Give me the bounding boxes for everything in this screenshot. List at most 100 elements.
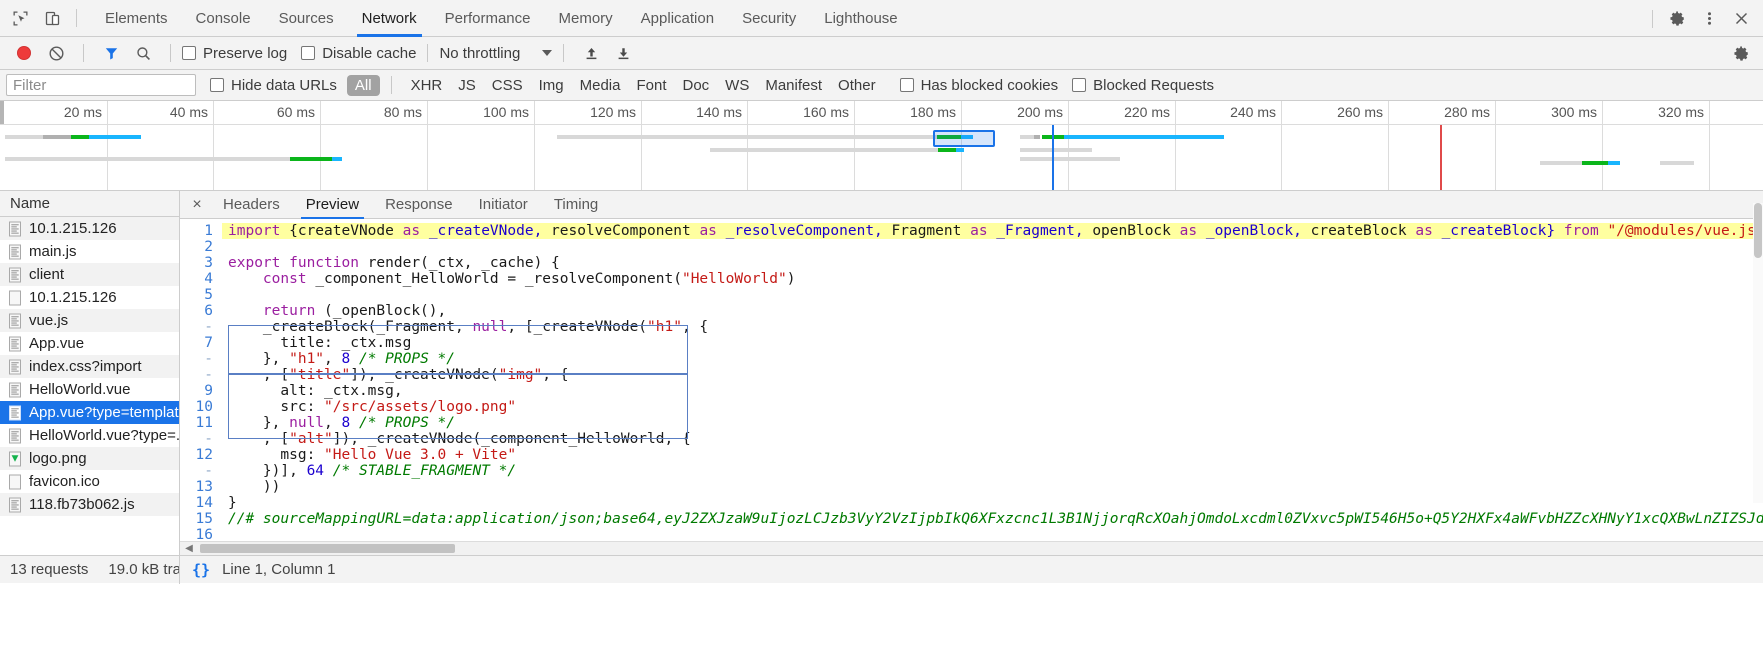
- request-name-label: 10.1.215.126: [29, 220, 117, 237]
- search-button[interactable]: [127, 38, 159, 68]
- code-line: 3 export function render(_ctx, _cache) {: [180, 255, 1763, 271]
- load-event-line: [1440, 125, 1442, 190]
- code-line-number: 4: [204, 271, 213, 287]
- type-chip-xhr[interactable]: XHR: [403, 75, 451, 96]
- request-row[interactable]: 10.1.215.126: [0, 217, 179, 240]
- tab-elements[interactable]: Elements: [91, 0, 182, 37]
- export-har-button[interactable]: [607, 38, 639, 68]
- request-list-panel: Name 10.1.215.126 main.js client 10.1.215.1…: [0, 191, 180, 555]
- type-chip-js[interactable]: JS: [450, 75, 484, 96]
- request-row[interactable]: HelloWorld.vue: [0, 378, 179, 401]
- code-line: - }, "h1", 8 /* PROPS */: [180, 351, 1763, 367]
- scroll-left-arrow-icon[interactable]: ◀: [182, 543, 196, 554]
- timeline-tick-label: 240 ms: [1230, 104, 1276, 120]
- tab-memory[interactable]: Memory: [545, 0, 627, 37]
- close-devtools-icon[interactable]: [1725, 4, 1757, 34]
- type-chip-css[interactable]: CSS: [484, 75, 531, 96]
- settings-gear-icon[interactable]: [1661, 4, 1693, 34]
- request-row[interactable]: 118.fb73b062.js: [0, 493, 179, 516]
- more-options-icon[interactable]: [1693, 4, 1725, 34]
- script-icon: [9, 359, 21, 374]
- type-chip-other[interactable]: Other: [830, 75, 884, 96]
- request-row[interactable]: App.vue: [0, 332, 179, 355]
- preserve-log-checkbox[interactable]: Preserve log: [182, 45, 287, 62]
- selected-request-box[interactable]: [933, 130, 995, 147]
- close-detail-icon[interactable]: ×: [184, 192, 210, 218]
- import-har-button[interactable]: [575, 38, 607, 68]
- request-name-label: 118.fb73b062.js: [29, 496, 135, 513]
- blank-doc-icon: [9, 290, 21, 305]
- type-chip-all[interactable]: All: [346, 74, 380, 96]
- code-line: 4 const _component_HelloWorld = _resolve…: [180, 271, 1763, 287]
- filter-input[interactable]: [6, 74, 196, 96]
- clear-network-log-button[interactable]: [40, 38, 72, 68]
- type-chip-manifest[interactable]: Manifest: [757, 75, 830, 96]
- type-chip-ws[interactable]: WS: [717, 75, 757, 96]
- preview-code-viewer[interactable]: 1 import {createVNode as _createVNode, re…: [180, 219, 1763, 541]
- request-row[interactable]: favicon.ico: [0, 470, 179, 493]
- network-main-split: Name 10.1.215.126 main.js client 10.1.215.1…: [0, 191, 1763, 555]
- detail-vertical-scrollbar[interactable]: [1753, 203, 1763, 503]
- tab-security[interactable]: Security: [728, 0, 810, 37]
- tab-lighthouse[interactable]: Lighthouse: [810, 0, 911, 37]
- network-status-bar: 13 requests 19.0 kB trans {} Line 1, Col…: [0, 555, 1763, 584]
- detail-scrollbar-thumb[interactable]: [1754, 203, 1762, 258]
- detail-tab-timing[interactable]: Timing: [541, 191, 611, 219]
- request-row[interactable]: HelloWorld.vue?type=...: [0, 424, 179, 447]
- code-line: 7 title: _ctx.msg: [180, 335, 1763, 351]
- throttling-select[interactable]: No throttling: [439, 45, 553, 62]
- hide-data-urls-checkbox[interactable]: Hide data URLs: [210, 77, 337, 94]
- pretty-print-icon[interactable]: {}: [192, 561, 210, 579]
- request-row[interactable]: index.css?import: [0, 355, 179, 378]
- request-row[interactable]: vue.js: [0, 309, 179, 332]
- code-token: "/@modules/vue.js": [1607, 223, 1763, 239]
- type-chip-img[interactable]: Img: [531, 75, 572, 96]
- request-row[interactable]: logo.png: [0, 447, 179, 470]
- code-token: _createVNode,: [428, 223, 552, 239]
- code-hscroll-thumb[interactable]: [200, 544, 455, 553]
- tab-network[interactable]: Network: [348, 0, 431, 37]
- code-line: 13 )): [180, 479, 1763, 495]
- request-row[interactable]: client: [0, 263, 179, 286]
- detail-tab-response[interactable]: Response: [372, 191, 466, 219]
- code-line: 5: [180, 287, 1763, 303]
- request-rows: 10.1.215.126 main.js client 10.1.215.126 vue…: [0, 217, 179, 555]
- code-token: , [_createVNode(: [507, 319, 648, 335]
- tab-console[interactable]: Console: [182, 0, 265, 37]
- timeline-tick: [1388, 101, 1389, 190]
- request-row[interactable]: App.vue?type=template: [0, 401, 179, 424]
- device-toolbar-icon[interactable]: [36, 3, 68, 33]
- inspect-element-icon[interactable]: [4, 3, 36, 33]
- inspect-element-glyph: [13, 11, 27, 25]
- code-token: "h1": [647, 319, 682, 335]
- code-line: 1 import {createVNode as _createVNode, re…: [180, 223, 1763, 239]
- tab-performance[interactable]: Performance: [431, 0, 545, 37]
- network-settings-gear-icon: [1733, 46, 1749, 61]
- disable-cache-checkbox[interactable]: Disable cache: [301, 45, 416, 62]
- detail-tab-preview[interactable]: Preview: [293, 191, 372, 219]
- type-chip-media[interactable]: Media: [572, 75, 629, 96]
- tab-sources[interactable]: Sources: [265, 0, 348, 37]
- code-line-number: 16: [195, 527, 213, 541]
- code-horizontal-scrollbar[interactable]: ◀: [180, 541, 1763, 555]
- code-line-number: -: [204, 431, 213, 447]
- detail-tab-headers[interactable]: Headers: [210, 191, 293, 219]
- blocked-requests-checkbox[interactable]: Blocked Requests: [1072, 77, 1214, 94]
- code-token: //# sourceMappingURL=data:application/js…: [228, 511, 1763, 527]
- code-line-number: 14: [195, 495, 213, 511]
- network-settings-gear-button[interactable]: [1725, 39, 1757, 69]
- detail-tab-initiator[interactable]: Initiator: [466, 191, 541, 219]
- filter-funnel-button[interactable]: [95, 38, 127, 68]
- tab-application[interactable]: Application: [627, 0, 728, 37]
- record-button[interactable]: [8, 38, 40, 68]
- code-line-text: , ["alt"]), _createVNode(_component_Hell…: [222, 431, 1763, 447]
- type-chip-doc[interactable]: Doc: [674, 75, 717, 96]
- network-timeline-overview[interactable]: 20 ms 40 ms 60 ms 80 ms 100 ms 120 ms 140 ms 16…: [0, 101, 1763, 191]
- request-row[interactable]: 10.1.215.126: [0, 286, 179, 309]
- type-chip-font[interactable]: Font: [628, 75, 674, 96]
- request-row[interactable]: main.js: [0, 240, 179, 263]
- has-blocked-cookies-checkbox[interactable]: Has blocked cookies: [899, 77, 1058, 94]
- timeline-left-handle[interactable]: [0, 101, 4, 125]
- timeline-tick-label: 120 ms: [590, 104, 636, 120]
